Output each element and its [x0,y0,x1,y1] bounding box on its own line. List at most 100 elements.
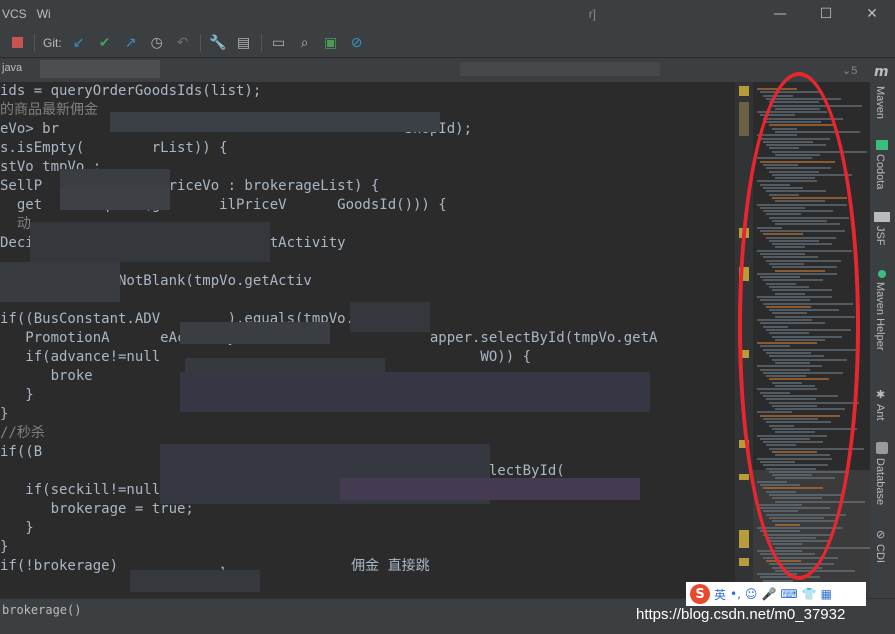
minimap-line [766,467,816,470]
history-icon[interactable]: ◷ [148,34,166,52]
tool-window-jsf[interactable]: JSF [874,226,886,246]
stripe-marker[interactable] [739,228,749,238]
stripe-marker[interactable] [739,102,749,136]
minimap-line [760,299,810,302]
minimap-line [760,484,800,486]
tool-window-database[interactable]: Database [874,458,886,505]
maven-helper-icon [878,270,886,278]
minimap-line [775,546,870,549]
minimap-line [757,503,802,506]
minimap-line [769,286,809,288]
minimap-line [775,246,805,249]
tab-overflow-indicator[interactable]: ⌄5 [842,64,857,77]
redacted-block [60,188,170,210]
minimap-line [757,295,832,298]
minimap-line [772,497,822,500]
minimap-line [769,193,799,196]
ime-emoji-icon[interactable]: ☺ [745,587,758,601]
minimap-line [775,269,825,272]
ime-keyboard-icon[interactable]: ⌨ [780,587,797,601]
minimap-line [769,540,829,543]
disable-icon[interactable]: ⊘ [348,34,366,52]
minimap-line [772,520,837,523]
minimap-line [769,470,849,473]
minimap-line [760,137,830,140]
close-button[interactable]: ✕ [849,0,895,28]
minimap-line [763,371,843,374]
tool-window-codota[interactable]: Codota [874,154,886,189]
terminal-icon[interactable]: ▭ [270,34,288,52]
code-line: 的商品最新佣金 [0,102,98,118]
minimap-line [757,180,817,183]
stripe-marker[interactable] [739,86,749,96]
maven-icon[interactable]: m [874,64,889,80]
stripe-marker[interactable] [739,530,749,548]
sogou-logo-icon[interactable]: S [690,584,710,604]
minimap-line [772,335,842,338]
minimap-line [763,325,788,328]
minimap-line [757,157,812,160]
git-update-icon[interactable]: ↙ [70,34,88,52]
minimap-line [763,140,813,143]
minimap-line [763,279,823,282]
minimap-line [772,104,862,107]
search-icon[interactable]: ⌕ [296,34,314,52]
stripe-marker[interactable] [739,350,749,358]
minimap-line [775,223,840,226]
ime-toolbox-icon[interactable]: ▦ [821,587,832,601]
minimap-line [772,173,852,176]
redacted-block [30,222,270,262]
code-editor[interactable]: ids = queryOrderGoodsIds(list); 的商品最新佣金 eV… [0,82,735,598]
tool-window-maven-helper[interactable]: Maven Helper [874,282,886,350]
minimap-line [760,368,810,371]
menu-window[interactable]: Wi [37,7,51,21]
code-minimap[interactable] [753,82,870,598]
breadcrumb-method[interactable]: brokerage() [2,603,81,617]
code-line: ids = queryOrderGoodsIds(list); [0,83,262,99]
ime-punctuation-icon[interactable]: •, [730,587,741,601]
minimap-line [760,460,795,463]
stripe-marker[interactable] [739,440,749,448]
rollback-icon[interactable]: ↶ [174,34,192,52]
toolbar-separator [199,33,201,52]
minimap-line [775,338,825,341]
ant-icon: ✱ [876,388,886,401]
minimap-line [775,477,835,480]
redacted-block [110,112,440,132]
stripe-marker[interactable] [739,558,749,566]
tool-window-ant[interactable]: Ant [874,404,886,421]
tool-window-cdi[interactable]: CDI [874,544,886,563]
git-push-icon[interactable]: ↗ [122,34,140,52]
ime-skin-icon[interactable]: 👕 [802,587,817,601]
redacted-block [0,262,120,302]
minimap-line [769,447,864,450]
editor-tab[interactable]: java [2,62,22,74]
ime-language-toggle[interactable]: 英 [714,586,726,603]
menu-vcs[interactable]: VCS [2,7,27,21]
minimap-line [772,312,807,315]
stripe-marker[interactable] [739,267,749,281]
settings-wrench-icon[interactable]: 🔧 [209,34,227,52]
minimap-line [757,457,832,460]
minimap-line [766,559,801,562]
minimap-line [772,358,847,361]
stop-icon[interactable] [8,34,26,52]
code-line: } [0,387,34,403]
minimap-line [766,259,841,262]
project-structure-icon[interactable]: ▤ [235,34,253,52]
minimap-line [769,332,809,335]
git-commit-icon[interactable]: ✔ [96,34,114,52]
minimap-line [760,183,790,186]
tool-window-maven[interactable]: Maven [874,86,886,119]
redacted-tab [40,60,160,78]
minimize-button[interactable]: — [757,0,803,28]
ime-voice-icon[interactable]: 🎤 [761,587,776,601]
minimap-line [775,569,855,572]
stripe-marker[interactable] [739,474,749,480]
window-controls: — ☐ ✕ [757,0,895,28]
minimap-line [757,203,847,206]
activity-monitor-icon[interactable]: ▣ [322,34,340,52]
maximize-button[interactable]: ☐ [803,0,849,28]
minimap-line [757,111,827,114]
minimap-line [766,490,796,493]
